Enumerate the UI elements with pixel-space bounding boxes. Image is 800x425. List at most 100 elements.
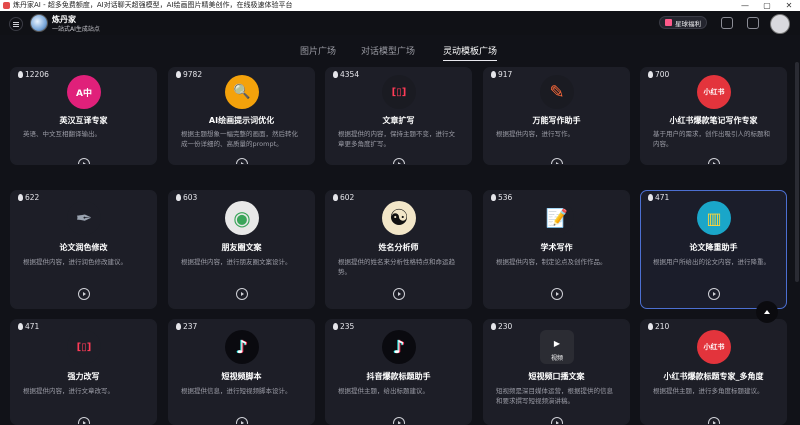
open-template-button[interactable]	[236, 288, 248, 300]
open-template-button[interactable]	[78, 417, 90, 424]
flame-icon	[333, 194, 338, 201]
template-name: AI绘画提示词优化	[208, 116, 275, 125]
template-description: 根据提供内容，进行朋友圈文案设计。	[181, 258, 292, 266]
chevron-right-icon	[83, 292, 86, 296]
usage-count: 235	[333, 322, 354, 331]
template-card[interactable]: 700 小红书 小红书爆款笔记写作专家 基于用户的需求，创作出吸引人的标题和内容。	[640, 67, 787, 165]
template-card[interactable]: 237 ♪ 短视频脚本 根据提供信息，进行短视频脚本设计。	[168, 319, 315, 425]
tiktok-icon: ♪	[225, 330, 259, 364]
flame-icon	[491, 194, 496, 201]
icon-glyph: [▯]	[76, 341, 92, 353]
open-template-button[interactable]	[551, 288, 563, 300]
avatar[interactable]	[770, 14, 790, 34]
flame-icon	[176, 194, 181, 201]
maximize-button[interactable]: ▢	[756, 0, 778, 11]
chevron-right-icon	[713, 292, 716, 296]
scroll-to-top-button[interactable]	[756, 301, 778, 323]
usage-count: 237	[176, 322, 197, 331]
icon-glyph: ▥	[706, 208, 722, 228]
usage-count: 471	[18, 322, 39, 331]
open-template-button[interactable]	[708, 417, 720, 424]
usage-count-value: 12206	[25, 70, 49, 79]
open-template-button[interactable]	[708, 288, 720, 300]
usage-count-value: 237	[183, 322, 198, 331]
template-card[interactable]: 210 小红书 小红书爆款标题专家_多角度 根据提供主题，进行多角度标题建议。	[640, 319, 787, 425]
usage-count: 700	[648, 70, 669, 79]
template-card[interactable]: 9782 🔍 AI绘画提示词优化 根据主题想象一幅完整的画面，然后转化成一份详细的、高…	[168, 67, 315, 165]
user-switch-icon[interactable]	[721, 17, 733, 29]
template-card[interactable]: 471 ▥ 论文降重助手 根据用户所给出的论文内容，进行降重。	[640, 190, 787, 309]
translate-icon: A中	[67, 75, 101, 109]
tab-image-plaza[interactable]: 图片广场	[300, 45, 336, 61]
template-description: 根据提供内容，制定论点及创作作品。	[496, 258, 607, 266]
open-template-button[interactable]	[78, 158, 90, 164]
template-card[interactable]: 536 📝 学术写作根据提供内容，制定论点及创作作品。	[483, 190, 630, 309]
template-card[interactable]: 622 ✒ 论文润色修改 根据提供内容，进行润色修改建议。	[10, 190, 157, 309]
usage-count: 9782	[176, 70, 202, 79]
brand-logo[interactable]	[30, 14, 48, 32]
document-reduce-icon: ▥	[697, 201, 731, 235]
template-card[interactable]: 603 ◉ 朋友圈文案 根据提供内容，进行朋友圈文案设计。	[168, 190, 315, 309]
open-template-button[interactable]	[393, 417, 405, 424]
open-template-button[interactable]	[236, 417, 248, 424]
chevron-right-icon	[241, 292, 244, 296]
usage-count: 471	[648, 193, 669, 202]
chevron-right-icon	[83, 421, 86, 424]
chevron-right-icon	[713, 421, 716, 424]
open-template-button[interactable]	[551, 417, 563, 424]
open-template-button[interactable]	[78, 288, 90, 300]
template-description: 根据提供内容，进行润色修改建议。	[23, 258, 127, 266]
tab-chat-model-plaza[interactable]: 对话模型广场	[361, 45, 415, 61]
menu-toggle-button[interactable]	[9, 17, 23, 31]
promo-button[interactable]: 星球福利	[659, 16, 707, 29]
tab-template-plaza[interactable]: 灵动模板广场	[443, 45, 498, 61]
template-name: 小红书爆款笔记写作专家	[669, 116, 758, 125]
usage-count-value: 603	[183, 193, 198, 202]
flame-icon	[18, 71, 23, 78]
template-description: 根据提供内容，进行文章改写。	[23, 387, 114, 395]
scrollbar[interactable]	[795, 62, 799, 282]
open-template-button[interactable]	[393, 158, 405, 164]
flame-icon	[18, 194, 23, 201]
open-template-button[interactable]	[551, 158, 563, 164]
template-description: 根据提供内容，进行写作。	[496, 130, 574, 138]
icon-glyph: A中	[76, 88, 92, 99]
template-card[interactable]: 12206 A中 英汉互译专家 英语、中文互相翻译输出。	[10, 67, 157, 165]
icon-glyph: ▶	[553, 338, 561, 348]
template-card[interactable]: 917 ✎ 万能写作助手 根据提供内容，进行写作。	[483, 67, 630, 165]
arrow-up-icon	[764, 310, 770, 314]
usage-count: 603	[176, 193, 197, 202]
expand-icon[interactable]	[747, 17, 759, 29]
open-template-button[interactable]	[236, 158, 248, 164]
usage-count: 536	[491, 193, 512, 202]
icon-glyph: 📝	[545, 207, 569, 229]
template-card[interactable]: 602 ☯ 姓名分析师 根据提供的姓名来分析性格特点和命运趋势。	[325, 190, 472, 309]
open-template-button[interactable]	[708, 158, 720, 164]
flame-icon	[648, 194, 653, 201]
template-card[interactable]: 471 [▯] 强力改写 根据提供内容，进行文章改写。	[10, 319, 157, 425]
usage-count-value: 4354	[340, 70, 360, 79]
usage-count-value: 9782	[183, 70, 203, 79]
pen-paper-icon: ✎	[540, 75, 574, 109]
minimize-button[interactable]: —	[734, 0, 756, 11]
chevron-right-icon	[398, 421, 401, 424]
icon-glyph: ☯	[389, 205, 409, 231]
flame-icon	[176, 323, 181, 330]
icon-glyph: ♪	[236, 336, 248, 358]
flame-icon	[648, 323, 653, 330]
usage-count-value: 210	[655, 322, 670, 331]
chevron-right-icon	[241, 162, 244, 164]
chevron-right-icon	[83, 162, 86, 164]
template-name: 学术写作	[540, 243, 573, 252]
close-button[interactable]: ✕	[778, 0, 800, 11]
template-name: 短视频口播文案	[528, 372, 585, 381]
open-template-button[interactable]	[393, 288, 405, 300]
template-card[interactable]: 235 ♪ 抖音爆款标题助手 根据提供主题，给出标题建议。	[325, 319, 472, 425]
usage-count-value: 471	[25, 322, 40, 331]
template-card[interactable]: 4354 [▯] 文章扩写 根据提供的内容，保持主题不变，进行文章更多角度扩写。	[325, 67, 472, 165]
chevron-right-icon	[398, 162, 401, 164]
video-icon-label: 视频	[550, 355, 563, 362]
template-card[interactable]: 230 视频 ▶ 短视频口播文案 短视频是深目媒体运营，根据提供的信息和要求撰写短视频演…	[483, 319, 630, 425]
usage-count: 602	[333, 193, 354, 202]
template-name: 万能写作助手	[532, 116, 581, 125]
